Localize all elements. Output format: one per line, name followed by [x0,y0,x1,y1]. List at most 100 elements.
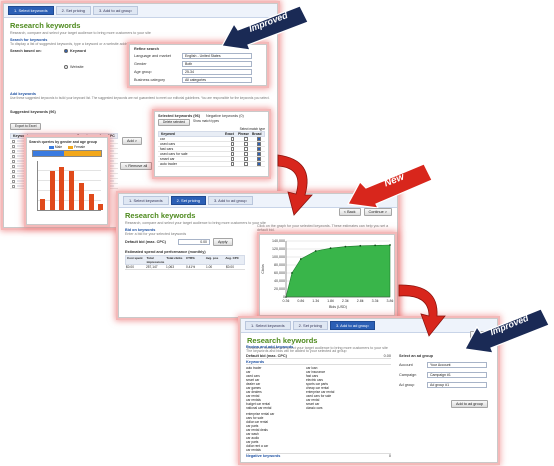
refine-row: Age group 25-34 [134,69,262,75]
row-checkbox[interactable] [12,154,15,158]
match-broad-checkbox[interactable] [257,142,261,146]
clicks-area-series[interactable] [285,244,391,298]
delete-selected-button[interactable]: Delete selected [158,119,190,126]
match-phrase-checkbox[interactable] [244,142,248,146]
est-col-header: Total clicks [166,256,183,260]
y-tick-label: 140,000 [272,239,285,243]
apply-button[interactable]: Apply [213,238,233,246]
refine-row-label: Language and market [134,54,171,58]
clicks-point[interactable] [359,244,362,247]
tab-add-to-ad-group[interactable]: 3. Add to ad group [92,6,138,15]
negative-keywords-tab[interactable]: Negative keywords (0) [206,114,244,118]
match-phrase-checkbox[interactable] [244,157,248,161]
row-checkbox[interactable] [12,139,15,143]
row-checkbox[interactable] [12,179,15,183]
row-checkbox[interactable] [12,159,15,163]
selected-keyword-text: auto trader [160,162,177,166]
refine-row-select[interactable]: All categories [182,77,252,83]
tab-add-to-ad-group-2[interactable]: 3. Add to ad group [207,196,253,205]
match-exact-checkbox[interactable] [230,142,235,146]
x-tick-label: 3.3¢ [372,299,379,303]
clicks-point[interactable] [299,258,302,260]
tab-select-keywords-3[interactable]: 1. Select keywords [245,321,291,330]
review-default-bid-value: 0.00 [383,354,391,358]
default-bid-input[interactable]: 0.00 [178,239,210,245]
x-tick-label: 0.3¢ [283,299,290,303]
tab-select-keywords[interactable]: 1. Select keywords [8,6,54,15]
match-exact-checkbox[interactable] [230,147,235,151]
clicks-point[interactable] [291,272,293,274]
row-checkbox[interactable] [12,169,15,173]
y-tick-label: 100,000 [272,255,285,259]
remove-all-button[interactable]: < Remove all [120,162,153,170]
x-tick-label: 3.8¢ [387,299,394,303]
match-phrase-checkbox[interactable] [244,162,248,166]
clicks-point[interactable] [389,244,391,246]
match-broad-checkbox[interactable] [257,137,261,141]
account-select[interactable]: Your Account [427,362,487,368]
refine-row-select[interactable]: Both [182,61,252,67]
clicks-point[interactable] [329,247,332,250]
sel-col-keyword: Keyword [161,132,175,136]
clicks-point[interactable] [374,244,377,247]
tab-set-pricing[interactable]: 2. Set pricing [55,6,91,15]
ad-group-select[interactable]: Ad group #1 [427,382,487,388]
campaign-select[interactable]: Campaign #1 [427,372,487,378]
match-phrase-checkbox[interactable] [244,137,248,141]
row-checkbox[interactable] [12,144,15,148]
match-exact-checkbox[interactable] [230,162,235,166]
match-exact-checkbox[interactable] [230,137,235,141]
match-exact-checkbox[interactable] [230,152,235,156]
suggested-keywords-title: Suggested keywords (96) [10,110,56,114]
clicks-point[interactable] [314,250,317,252]
tab-add-to-ad-group-3[interactable]: 3. Add to ad group [329,321,375,330]
row-checkbox[interactable] [12,149,15,153]
y-tick-label: 80,000 [274,263,285,267]
clicks-point[interactable] [344,245,347,248]
tab-select-keywords-2[interactable]: 1. Select keywords [123,196,169,205]
refine-row-select[interactable]: 25-34 [182,69,252,75]
row-checkbox[interactable] [12,174,15,178]
row-checkbox[interactable] [12,164,15,168]
add-to-ad-group-button[interactable]: Add to ad group [450,400,488,408]
review-default-bid-label: Default bid (max. CPC) [246,354,287,358]
selected-keyword-row[interactable]: auto trader [158,162,265,167]
age-bar [78,182,84,210]
campaign-label: Campaign [399,373,417,377]
x-axis-label: Bids (USD) [329,305,347,309]
search-based-on-label: Search based on: [10,49,42,53]
selected-keywords-title[interactable]: Selected keywords (96) [158,114,200,118]
legend-female-swatch [68,145,74,149]
est-cell: $0.00 [126,265,134,269]
match-exact-checkbox[interactable] [230,157,235,161]
tab-set-pricing-2[interactable]: 2. Set pricing [170,196,206,205]
add-keyword-button[interactable]: Add > [122,137,143,145]
radio-keyword[interactable] [64,49,68,53]
demographics-chart-title: Search queries by gender and age group [29,140,97,144]
default-bid-label: Default bid (max. CPC) [125,240,166,244]
show-match-types-toggle[interactable]: Show match types [193,119,219,126]
wizard-tabs-3: 1. Select keywords 2. Set pricing 3. Add… [241,319,497,333]
y-tick-label: 40,000 [274,279,285,283]
back-button[interactable]: < Back [338,208,361,216]
radio-website[interactable] [64,65,68,69]
bid-clicks-chart[interactable]: 140,000 120,000 100,000 80,000 60,000 40,000 2… [260,235,396,317]
callout-improved-1: Improved [220,2,310,50]
ad-group-label: Ad group [399,383,415,387]
tab-set-pricing-3[interactable]: 2. Set pricing [292,321,328,330]
refine-row-select[interactable]: English - United States [182,53,252,59]
est-cell: 0.41% [186,265,196,269]
selected-keyword-text: fast cars [160,147,174,151]
row-checkbox[interactable] [12,184,15,188]
export-excel-button[interactable]: Export to Excel [10,123,42,130]
match-phrase-checkbox[interactable] [244,147,248,151]
select-ad-group-title: Select an ad group [399,354,433,358]
refine-row: Business category All categories [134,77,262,83]
est-cell: 1.00 [206,265,213,269]
refine-row-label: Business category [134,78,166,82]
match-phrase-checkbox[interactable] [244,152,248,156]
x-tick-label: 2.8¢ [357,299,364,303]
est-col-header: Avg. pos [205,256,219,260]
est-col-header: CTR% [186,256,195,260]
continue-button[interactable]: Continue > [363,208,392,216]
